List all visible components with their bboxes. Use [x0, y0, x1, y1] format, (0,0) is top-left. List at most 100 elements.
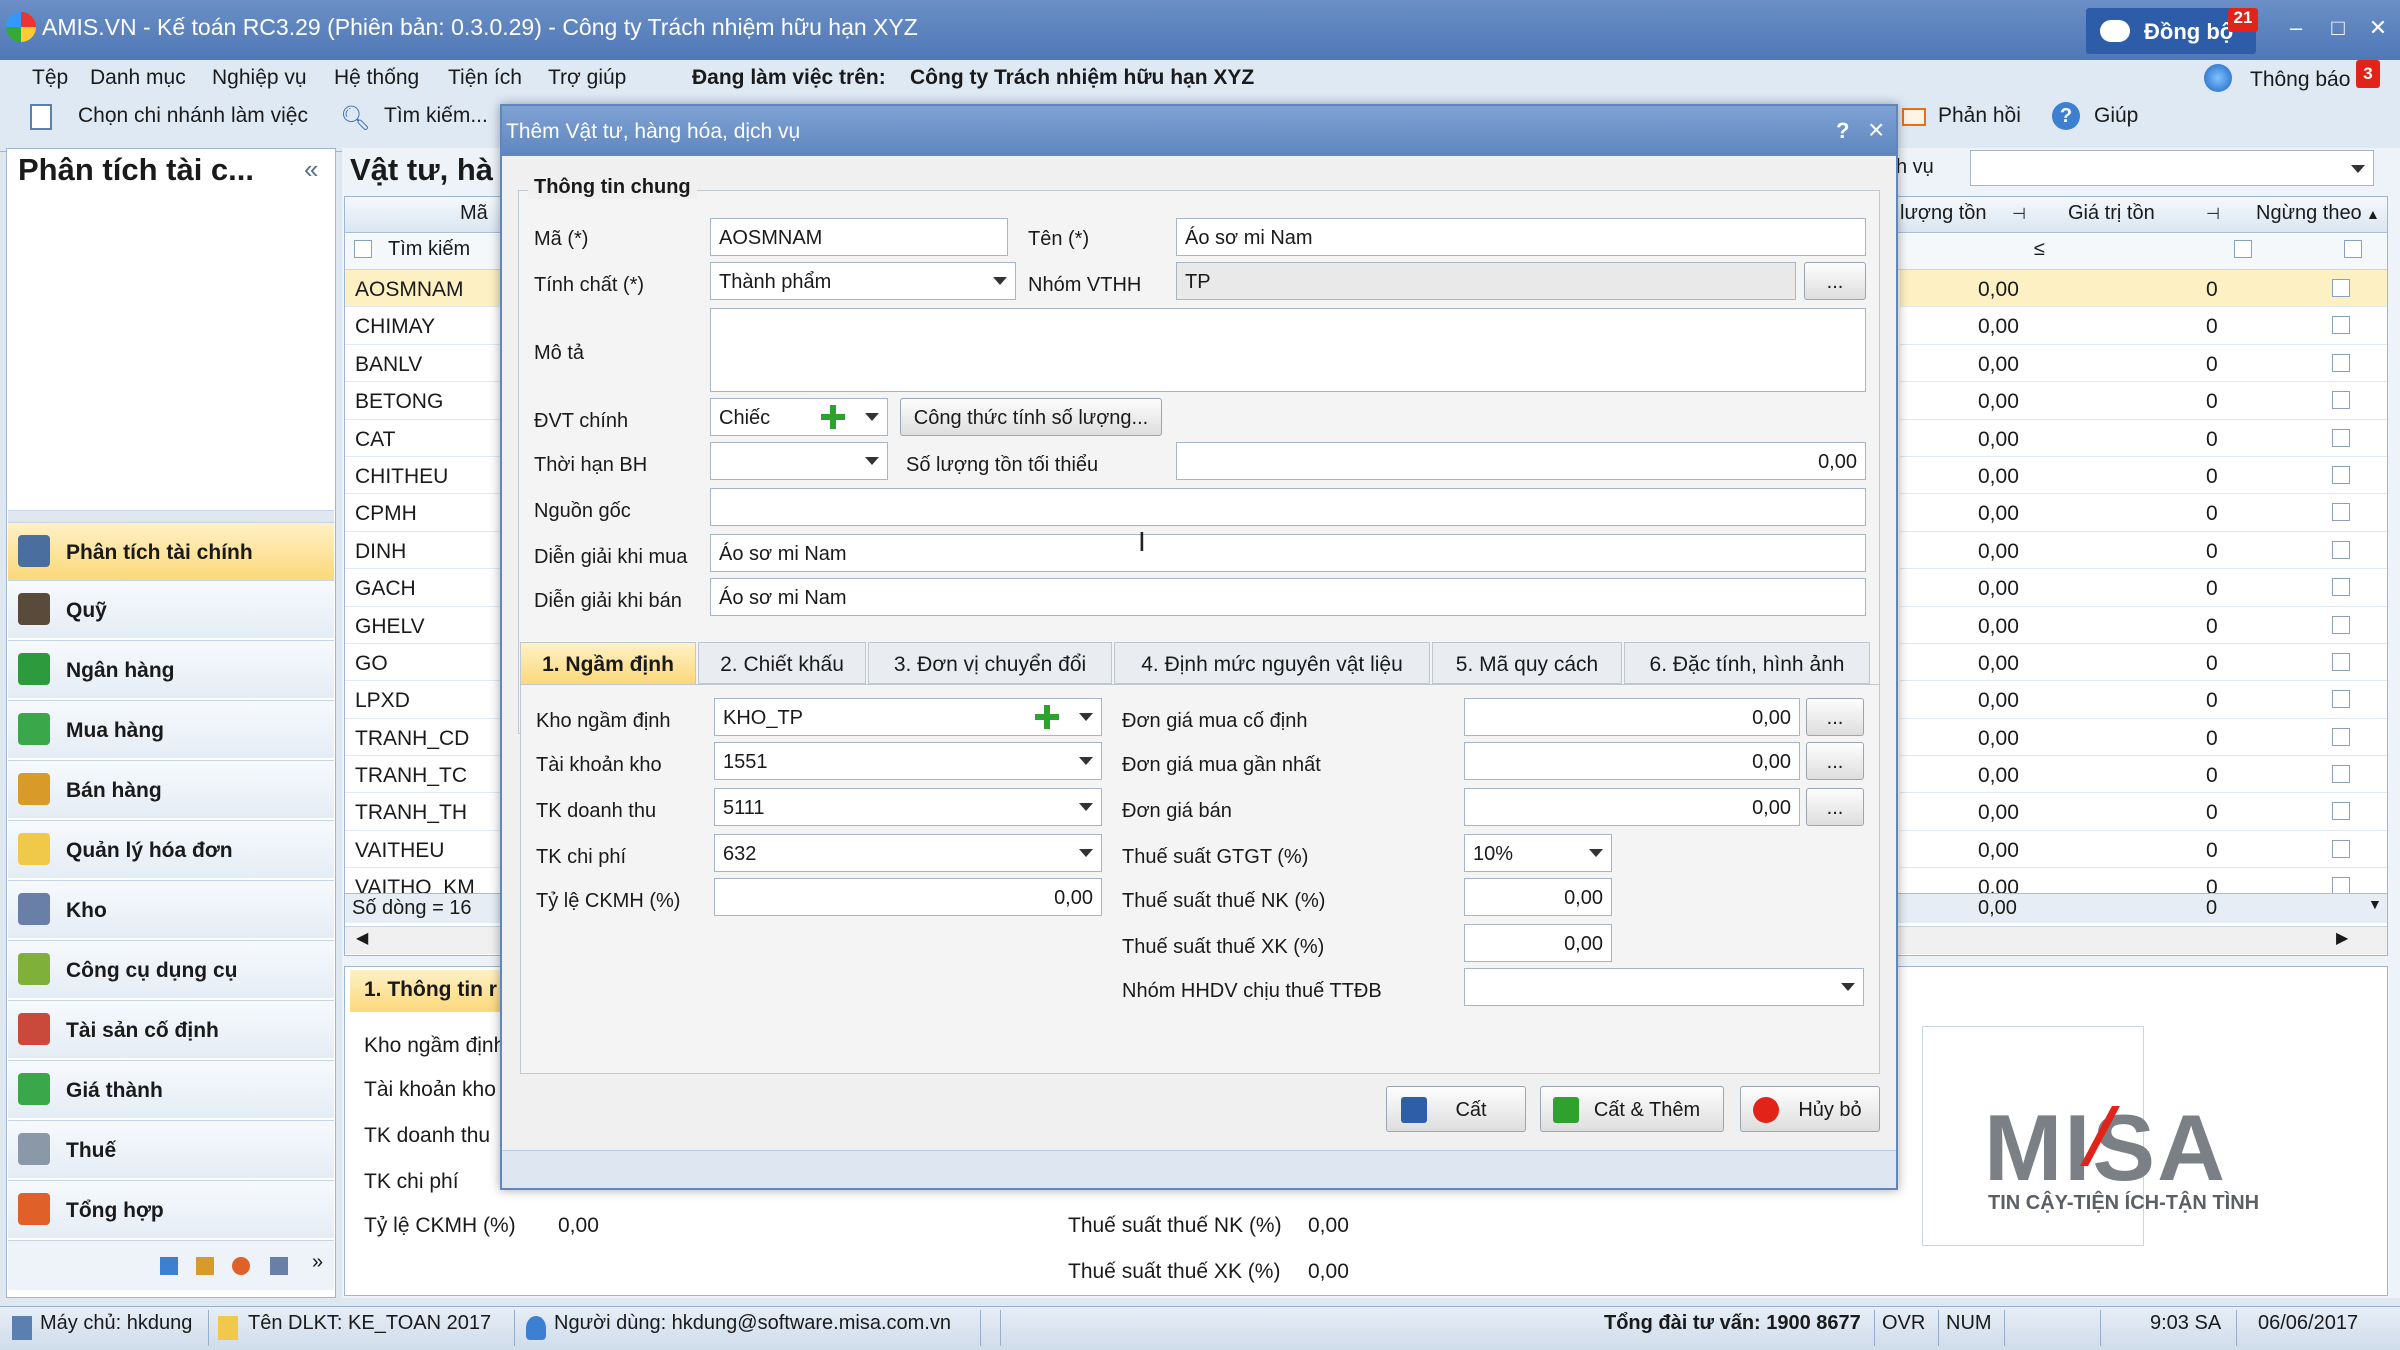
table-row[interactable]: DINH: [345, 532, 500, 570]
menu-tien-ich[interactable]: Tiện ích: [448, 66, 522, 90]
stop-checkbox[interactable]: [2332, 615, 2350, 634]
table-row[interactable]: TRANH_TH: [345, 793, 500, 831]
stop-checkbox[interactable]: [2332, 765, 2350, 784]
menu-nghiep-vu[interactable]: Nghiệp vụ: [212, 66, 307, 90]
pin-icon[interactable]: ⊣: [2012, 204, 2026, 224]
group-ellipsis-button[interactable]: ...: [1804, 262, 1866, 300]
table-row[interactable]: TRANH_TC: [345, 756, 500, 794]
minimize-icon[interactable]: –: [2280, 12, 2312, 44]
chevron-down-icon[interactable]: [1833, 969, 1863, 1005]
nature-select[interactable]: Thành phẩm: [710, 262, 1016, 300]
menu-tro-giup[interactable]: Trợ giúp: [548, 66, 626, 90]
dialog-help-icon[interactable]: ?: [1836, 118, 1849, 144]
sidebar-item-ccdc[interactable]: Công cụ dụng cụ: [8, 940, 334, 998]
table-row[interactable]: 0,00 0: [1900, 644, 2387, 682]
tab-attributes[interactable]: 6. Đặc tính, hình ảnh: [1624, 642, 1870, 684]
vat-rate-select[interactable]: 10%: [1464, 834, 1612, 872]
table-row[interactable]: AOSMNAM: [345, 270, 500, 308]
stock-account-select[interactable]: 1551: [714, 742, 1102, 780]
stop-checkbox[interactable]: [2332, 428, 2350, 447]
recent-price-ellipsis[interactable]: ...: [1806, 742, 1864, 780]
filter-type-select[interactable]: [1970, 150, 2374, 186]
col-stop-header[interactable]: Ngừng theo: [2256, 202, 2362, 225]
table-row[interactable]: CAT: [345, 420, 500, 457]
cancel-button[interactable]: Hủy bỏ: [1740, 1086, 1880, 1132]
table-row[interactable]: 0,00 0: [1900, 270, 2387, 308]
sidebar-item-gia-thanh[interactable]: Giá thành: [8, 1060, 334, 1118]
chevron-down-icon[interactable]: [1071, 835, 1101, 871]
scroll-up-icon[interactable]: ▲: [2366, 206, 2380, 222]
table-row[interactable]: BANLV: [345, 345, 500, 383]
close-window-icon[interactable]: ✕: [2362, 12, 2394, 44]
sidebar-item-ngan-hang[interactable]: Ngân hàng: [8, 640, 334, 698]
chevron-down-icon[interactable]: [2343, 151, 2373, 185]
table-row[interactable]: 0,00 0: [1900, 756, 2387, 794]
maximize-icon[interactable]: □: [2322, 12, 2354, 44]
more-icon[interactable]: »: [312, 1251, 323, 1274]
sidebar-item-thue[interactable]: Thuế: [8, 1120, 334, 1178]
dialog-close-icon[interactable]: ×: [1868, 114, 1884, 146]
tab-material-norm[interactable]: 4. Định mức nguyên vật liệu: [1114, 642, 1430, 684]
table-row[interactable]: 0,00 0: [1900, 457, 2387, 495]
warranty-select[interactable]: [710, 442, 888, 480]
stop-checkbox[interactable]: [2332, 465, 2350, 484]
menu-danh-muc[interactable]: Danh mục: [90, 66, 186, 90]
stop-checkbox[interactable]: [2332, 391, 2350, 410]
table-row[interactable]: 0,00 0: [1900, 307, 2387, 345]
import-tax-input[interactable]: 0,00: [1464, 878, 1612, 916]
small-nav-icon[interactable]: [270, 1257, 288, 1275]
table-row[interactable]: 0,00 0: [1900, 345, 2387, 383]
stop-checkbox[interactable]: [2332, 353, 2350, 372]
save-button[interactable]: Cất: [1386, 1086, 1526, 1132]
table-row[interactable]: BETONG: [345, 382, 500, 420]
table-row[interactable]: GHELV: [345, 607, 500, 644]
table-row[interactable]: 0,00 0: [1900, 532, 2387, 570]
chevron-down-icon[interactable]: [1581, 835, 1611, 871]
table-row[interactable]: CHITHEU: [345, 457, 500, 495]
stop-checkbox[interactable]: [2332, 578, 2350, 597]
table-row[interactable]: CHIMAY: [345, 307, 500, 345]
export-tax-input[interactable]: 0,00: [1464, 924, 1612, 962]
pin-icon[interactable]: ⊣: [2206, 204, 2220, 224]
stop-checkbox[interactable]: [2332, 279, 2350, 297]
col-code-header[interactable]: Mã: [460, 202, 488, 225]
stop-checkbox[interactable]: [2332, 839, 2350, 858]
table-row[interactable]: LPXD: [345, 681, 500, 719]
table-row[interactable]: GO: [345, 644, 500, 682]
stop-checkbox[interactable]: [2332, 690, 2350, 709]
table-row[interactable]: CPMH: [345, 494, 500, 532]
chevron-down-icon[interactable]: [985, 263, 1015, 299]
branch-selector[interactable]: Chọn chi nhánh làm việc: [78, 104, 308, 128]
table-row[interactable]: 0,00 0: [1900, 831, 2387, 869]
ckmh-rate-input[interactable]: 0,00: [714, 878, 1102, 916]
collapse-icon[interactable]: «: [304, 154, 318, 185]
stop-checkbox[interactable]: [2332, 503, 2350, 522]
sidebar-item-quy[interactable]: Quỹ: [8, 580, 334, 638]
default-warehouse-select[interactable]: KHO_TP: [714, 698, 1102, 736]
small-nav-icon[interactable]: [232, 1257, 250, 1275]
small-nav-icon[interactable]: [160, 1257, 178, 1275]
recent-price-input[interactable]: 0,00: [1464, 742, 1800, 780]
tab-discount[interactable]: 2. Chiết khấu: [698, 642, 866, 684]
search-filter-label[interactable]: Tìm kiếm: [388, 238, 470, 261]
filter-le-icon[interactable]: ≤: [2034, 238, 2045, 261]
item-group-input[interactable]: TP: [1176, 262, 1796, 300]
sale-price-ellipsis[interactable]: ...: [1806, 788, 1864, 826]
name-input[interactable]: Áo sơ mi Nam: [1176, 218, 1866, 256]
min-stock-input[interactable]: 0,00: [1176, 442, 1866, 480]
stop-filter-checkbox-2[interactable]: [2344, 240, 2362, 258]
search-button[interactable]: Tìm kiếm...: [384, 104, 488, 128]
table-row[interactable]: TRANH_CD: [345, 719, 500, 757]
table-row[interactable]: 0,00 0: [1900, 382, 2387, 420]
sidebar-item-hoa-don[interactable]: Quản lý hóa đơn: [8, 820, 334, 878]
table-row[interactable]: GACH: [345, 569, 500, 607]
chevron-down-icon[interactable]: [857, 399, 887, 435]
chevron-down-icon[interactable]: [857, 443, 887, 479]
fixed-price-input[interactable]: 0,00: [1464, 698, 1800, 736]
table-row[interactable]: 0,00 0: [1900, 607, 2387, 644]
help-button[interactable]: Giúp: [2094, 104, 2138, 128]
sale-desc-input[interactable]: Áo sơ mi Nam: [710, 578, 1866, 616]
sidebar-item-phan-tich[interactable]: Phân tích tài chính: [8, 522, 334, 580]
small-nav-icon[interactable]: [196, 1257, 214, 1275]
revenue-account-select[interactable]: 5111: [714, 788, 1102, 826]
